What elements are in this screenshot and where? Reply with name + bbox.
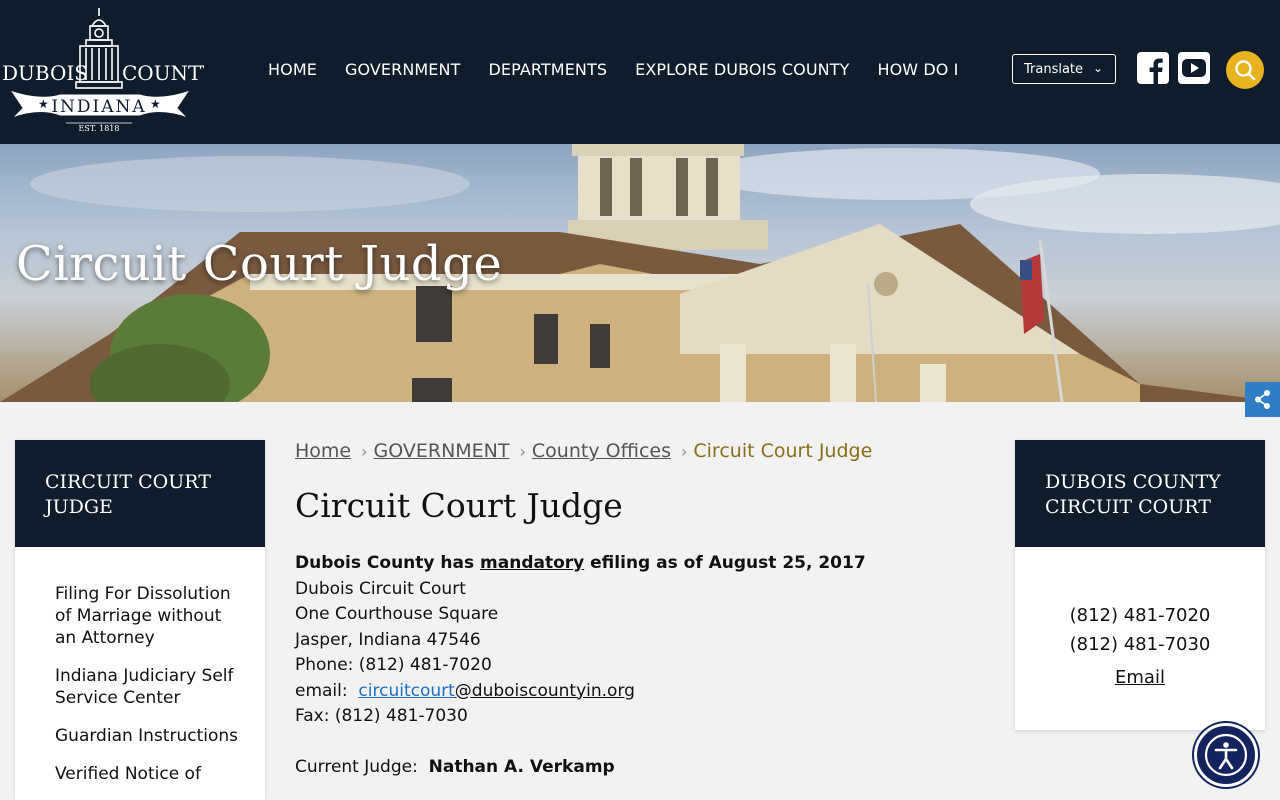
nav-explore-dubois-county[interactable]: EXPLORE DUBOIS COUNTY bbox=[635, 60, 849, 79]
nav-departments[interactable]: DEPARTMENTS bbox=[488, 60, 607, 79]
mandatory-link[interactable]: mandatory bbox=[480, 553, 584, 573]
logo-text-left: DUBOIS bbox=[2, 61, 88, 85]
hero-title: Circuit Court Judge bbox=[16, 236, 503, 292]
svg-text:★: ★ bbox=[150, 97, 161, 111]
search-icon bbox=[1235, 60, 1256, 81]
breadcrumb-current: Circuit Court Judge bbox=[693, 440, 873, 462]
address-line: Dubois Circuit Court bbox=[295, 578, 466, 599]
county-logo[interactable]: DUBOIS COUNTY INDIANA ★ ★ EST. 1818 bbox=[0, 4, 204, 134]
notice-text-pre: Dubois County has bbox=[295, 553, 481, 573]
share-icon bbox=[1255, 390, 1270, 409]
phone-number[interactable]: (812) 481-7020 bbox=[1015, 601, 1265, 630]
facebook-icon[interactable] bbox=[1137, 52, 1169, 84]
left-sidebar-title: CIRCUIT COURT JUDGE bbox=[15, 440, 265, 547]
sidebar-item-self-service-center[interactable]: Indiana Judiciary Self Service Center bbox=[55, 665, 245, 709]
youtube-icon[interactable] bbox=[1178, 52, 1210, 84]
chevron-down-icon: ⌄ bbox=[1092, 61, 1103, 75]
search-button[interactable] bbox=[1226, 51, 1264, 89]
accessibility-button[interactable] bbox=[1194, 723, 1258, 787]
judge-name: Nathan A. Verkamp bbox=[428, 756, 615, 777]
right-sidebar: DUBOIS COUNTY CIRCUIT COURT (812) 481-70… bbox=[1015, 440, 1265, 730]
phone-line: Phone: (812) 481-7020 bbox=[295, 655, 492, 675]
logo-text-right: COUNTY bbox=[122, 61, 204, 85]
efiling-notice: Dubois County has mandatory efiling as o… bbox=[295, 551, 995, 577]
email-domain[interactable]: @duboiscountyin.org bbox=[455, 681, 635, 701]
main-content: Home › GOVERNMENT › County Offices › Circuit C… bbox=[295, 440, 995, 780]
email-label: email: bbox=[295, 680, 359, 701]
right-sidebar-title: DUBOIS COUNTY CIRCUIT COURT bbox=[1015, 440, 1265, 547]
svg-text:★: ★ bbox=[38, 97, 49, 111]
court-info: Dubois County has mandatory efiling as o… bbox=[295, 551, 995, 780]
nav-how-do-i[interactable]: HOW DO I bbox=[877, 60, 958, 79]
notice-text-post: efiling as of August 25, 2017 bbox=[584, 553, 866, 573]
logo-est-text: EST. 1818 bbox=[79, 124, 120, 133]
address-line: Jasper, Indiana 47546 bbox=[295, 629, 481, 650]
nav-government[interactable]: GOVERNMENT bbox=[345, 60, 461, 79]
breadcrumb-county-offices[interactable]: County Offices bbox=[532, 440, 671, 462]
current-judge: Current Judge: Nathan A. Verkamp bbox=[295, 755, 995, 781]
fax-line: Fax: (812) 481-7030 bbox=[295, 706, 468, 726]
main-nav: HOME GOVERNMENT DEPARTMENTS EXPLORE DUBO… bbox=[254, 60, 973, 79]
left-sidebar: CIRCUIT COURT JUDGE Filing For Dissoluti… bbox=[15, 440, 265, 800]
breadcrumb-government[interactable]: GOVERNMENT bbox=[374, 440, 510, 462]
left-sidebar-menu: Filing For Dissolution of Marriage witho… bbox=[15, 547, 265, 785]
translate-label: Translate bbox=[1024, 62, 1084, 77]
chevron-right-icon: › bbox=[361, 442, 368, 461]
page-title: Circuit Court Judge bbox=[295, 486, 623, 525]
judge-label: Current Judge: bbox=[295, 756, 429, 777]
nav-home[interactable]: HOME bbox=[268, 60, 317, 79]
accessibility-icon bbox=[1204, 733, 1248, 777]
email-link[interactable]: Email bbox=[1115, 663, 1165, 692]
chevron-right-icon: › bbox=[519, 442, 526, 461]
fax-number[interactable]: (812) 481-7030 bbox=[1015, 630, 1265, 659]
logo-banner-text: INDIANA bbox=[51, 97, 146, 117]
contact-card: (812) 481-7020 (812) 481-7030 Email bbox=[1015, 547, 1265, 692]
share-button[interactable] bbox=[1245, 382, 1280, 417]
sidebar-item-guardian-instructions[interactable]: Guardian Instructions bbox=[55, 725, 245, 747]
sidebar-item-dissolution-of-marriage[interactable]: Filing For Dissolution of Marriage witho… bbox=[55, 583, 245, 649]
breadcrumb-home[interactable]: Home bbox=[295, 440, 351, 462]
hero-banner: Circuit Court Judge bbox=[0, 144, 1280, 402]
address-line: One Courthouse Square bbox=[295, 604, 499, 624]
email-line: email: circuitcourt@duboiscountyin.org bbox=[295, 679, 995, 705]
site-header: DUBOIS COUNTY INDIANA ★ ★ EST. 1818 HOME… bbox=[0, 0, 1280, 144]
translate-select[interactable]: Translate ⌄ bbox=[1012, 54, 1116, 84]
chevron-right-icon: › bbox=[680, 442, 688, 461]
sidebar-item-verified-notice[interactable]: Verified Notice of bbox=[55, 763, 245, 785]
breadcrumb: Home › GOVERNMENT › County Offices › Circuit C… bbox=[295, 440, 995, 462]
email-link[interactable]: circuitcourt bbox=[358, 681, 454, 701]
